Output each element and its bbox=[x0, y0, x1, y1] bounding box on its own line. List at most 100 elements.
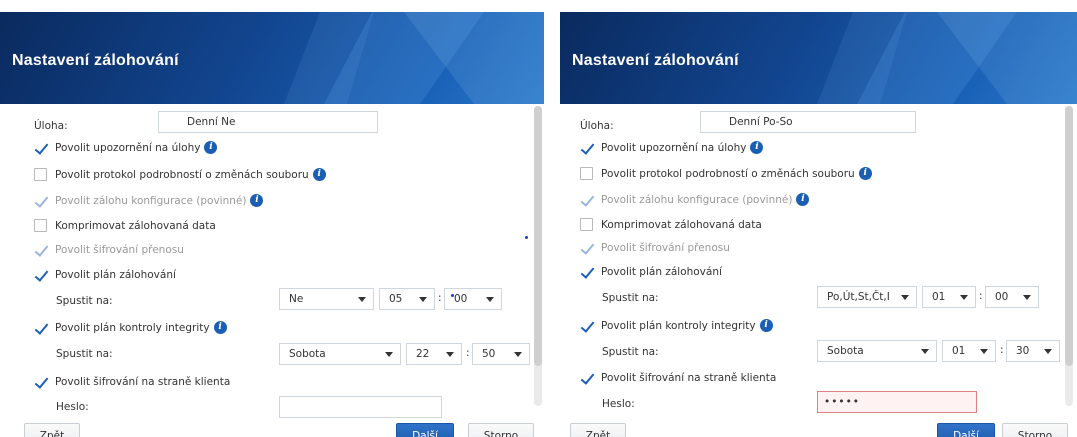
option-compress[interactable]: Komprimovat zálohovaná data bbox=[34, 219, 216, 232]
schedule-run-label: Spustit na: bbox=[56, 295, 113, 307]
option-compress[interactable]: Komprimovat zálohovaná data bbox=[580, 218, 762, 231]
backup-schedule-label: Povolit plán zálohování bbox=[601, 265, 722, 278]
chevron-down-icon bbox=[419, 297, 427, 302]
integrity-schedule-checkbox[interactable] bbox=[34, 321, 47, 334]
integrity-minute-value: 30 bbox=[1016, 345, 1030, 357]
dialog-title: Nastavení zálohování bbox=[12, 52, 179, 69]
option-log[interactable]: Povolit protokol podrobností o změnách s… bbox=[580, 167, 872, 180]
schedule-day-value: Po,Út,St,Čt,I bbox=[827, 291, 890, 303]
info-icon[interactable]: i bbox=[796, 193, 810, 206]
info-icon[interactable]: i bbox=[858, 167, 872, 180]
backup-schedule-checkbox[interactable] bbox=[34, 268, 47, 281]
integrity-schedule-checkbox[interactable] bbox=[580, 319, 593, 332]
log-checkbox[interactable] bbox=[34, 168, 47, 181]
integrity-schedule-label: Povolit plán kontroly integrity bbox=[601, 319, 756, 332]
notify-checkbox[interactable] bbox=[580, 141, 593, 154]
dialog-footer: Zpět Další Storno bbox=[0, 412, 544, 437]
option-integrity-schedule[interactable]: Povolit plán kontroly integrity i bbox=[34, 321, 227, 334]
schedule-minute-value: 00 bbox=[454, 293, 468, 305]
client-encryption-checkbox[interactable] bbox=[34, 375, 47, 388]
integrity-hour-select[interactable]: 01 bbox=[942, 340, 996, 362]
integrity-day-select[interactable]: Sobota bbox=[817, 340, 937, 362]
cancel-button[interactable]: Storno bbox=[468, 423, 534, 437]
password-input[interactable]: ••••• bbox=[817, 391, 977, 413]
compress-checkbox[interactable] bbox=[580, 218, 593, 231]
notify-label: Povolit upozornění na úlohy bbox=[601, 141, 747, 154]
integrity-hour-value: 01 bbox=[952, 345, 966, 357]
scrollbar-thumb[interactable] bbox=[534, 106, 542, 366]
schedule-hour-select[interactable]: 05 bbox=[379, 288, 435, 310]
integrity-hour-select[interactable]: 22 bbox=[406, 343, 462, 365]
next-button[interactable]: Další bbox=[937, 423, 995, 437]
chevron-down-icon bbox=[446, 352, 454, 357]
time-separator: : bbox=[979, 290, 983, 302]
panel-gap bbox=[544, 0, 560, 437]
scrollbar[interactable] bbox=[534, 106, 542, 406]
option-log[interactable]: Povolit protokol podrobností o změnách s… bbox=[34, 168, 326, 181]
task-label: Úloha: bbox=[580, 120, 614, 132]
config-label: Povolit zálohu konfigurace (povinné) bbox=[601, 193, 793, 206]
option-backup-schedule[interactable]: Povolit plán zálohování bbox=[580, 265, 722, 278]
integrity-day-value: Sobota bbox=[289, 348, 326, 360]
client-encryption-label: Povolit šifrování na straně klienta bbox=[55, 375, 231, 388]
cancel-button[interactable]: Storno bbox=[1002, 423, 1068, 437]
transfer-encryption-checkbox bbox=[580, 241, 593, 254]
task-label: Úloha: bbox=[34, 120, 68, 132]
scrollbar-thumb[interactable] bbox=[1065, 106, 1073, 366]
scrollbar[interactable] bbox=[1065, 106, 1073, 406]
info-icon[interactable]: i bbox=[750, 141, 764, 154]
schedule-minute-select[interactable]: 00 bbox=[985, 286, 1039, 308]
task-name-input[interactable]: Denní Ne bbox=[158, 111, 378, 133]
integrity-minute-value: 50 bbox=[482, 348, 496, 360]
option-backup-schedule[interactable]: Povolit plán zálohování bbox=[34, 268, 176, 281]
chevron-down-icon bbox=[980, 349, 988, 354]
schedule-day-select[interactable]: Ne bbox=[279, 288, 374, 310]
notify-checkbox[interactable] bbox=[34, 141, 47, 154]
chevron-down-icon bbox=[358, 297, 366, 302]
backup-schedule-label: Povolit plán zálohování bbox=[55, 268, 176, 281]
password-label: Heslo: bbox=[602, 398, 635, 410]
info-icon[interactable]: i bbox=[213, 321, 227, 334]
backup-settings-dialog-right: Nastavení zálohování Úloha: Denní Po-So … bbox=[560, 0, 1077, 437]
integrity-minute-select[interactable]: 30 bbox=[1006, 340, 1060, 362]
cursor-dot bbox=[525, 236, 528, 239]
log-label: Povolit protokol podrobností o změnách s… bbox=[601, 167, 855, 180]
integrity-run-label: Spustit na: bbox=[602, 346, 659, 358]
compress-checkbox[interactable] bbox=[34, 219, 47, 232]
log-label: Povolit protokol podrobností o změnách s… bbox=[55, 168, 309, 181]
chevron-down-icon bbox=[960, 295, 968, 300]
chevron-down-icon bbox=[486, 297, 494, 302]
integrity-minute-select[interactable]: 50 bbox=[472, 343, 530, 365]
info-icon[interactable]: i bbox=[204, 141, 218, 154]
dialog-header: Nastavení zálohování bbox=[560, 12, 1077, 104]
notify-label: Povolit upozornění na úlohy bbox=[55, 141, 201, 154]
info-icon[interactable]: i bbox=[312, 168, 326, 181]
option-client-encryption[interactable]: Povolit šifrování na straně klienta bbox=[580, 371, 776, 384]
schedule-minute-select[interactable]: 00 bbox=[444, 288, 502, 310]
schedule-hour-select[interactable]: 01 bbox=[922, 286, 976, 308]
option-client-encryption[interactable]: Povolit šifrování na straně klienta bbox=[34, 375, 230, 388]
option-transfer-encryption: Povolit šifrování přenosu bbox=[580, 241, 730, 254]
back-button[interactable]: Zpět bbox=[570, 423, 626, 437]
client-encryption-checkbox[interactable] bbox=[580, 371, 593, 384]
dialog-header: Nastavení zálohování bbox=[0, 12, 544, 104]
next-button[interactable]: Další bbox=[396, 423, 454, 437]
backup-settings-dialog-left: Nastavení zálohování Úloha: Denní Ne Pov… bbox=[0, 0, 544, 437]
back-button[interactable]: Zpět bbox=[24, 423, 80, 437]
schedule-run-label: Spustit na: bbox=[602, 292, 659, 304]
schedule-day-select[interactable]: Po,Út,St,Čt,I bbox=[817, 286, 917, 308]
integrity-day-select[interactable]: Sobota bbox=[279, 343, 401, 365]
info-icon[interactable]: i bbox=[250, 194, 264, 207]
log-checkbox[interactable] bbox=[580, 167, 593, 180]
option-notify[interactable]: Povolit upozornění na úlohy i bbox=[34, 141, 218, 154]
option-integrity-schedule[interactable]: Povolit plán kontroly integrity i bbox=[580, 319, 773, 332]
option-config: Povolit zálohu konfigurace (povinné) i bbox=[34, 194, 264, 207]
task-name-input[interactable]: Denní Po-So bbox=[700, 111, 916, 133]
integrity-day-value: Sobota bbox=[827, 345, 864, 357]
transfer-encryption-label: Povolit šifrování přenosu bbox=[601, 241, 730, 254]
backup-schedule-checkbox[interactable] bbox=[580, 265, 593, 278]
info-icon[interactable]: i bbox=[759, 319, 773, 332]
option-notify[interactable]: Povolit upozornění na úlohy i bbox=[580, 141, 764, 154]
config-checkbox bbox=[34, 194, 47, 207]
option-transfer-encryption: Povolit šifrování přenosu bbox=[34, 243, 184, 256]
